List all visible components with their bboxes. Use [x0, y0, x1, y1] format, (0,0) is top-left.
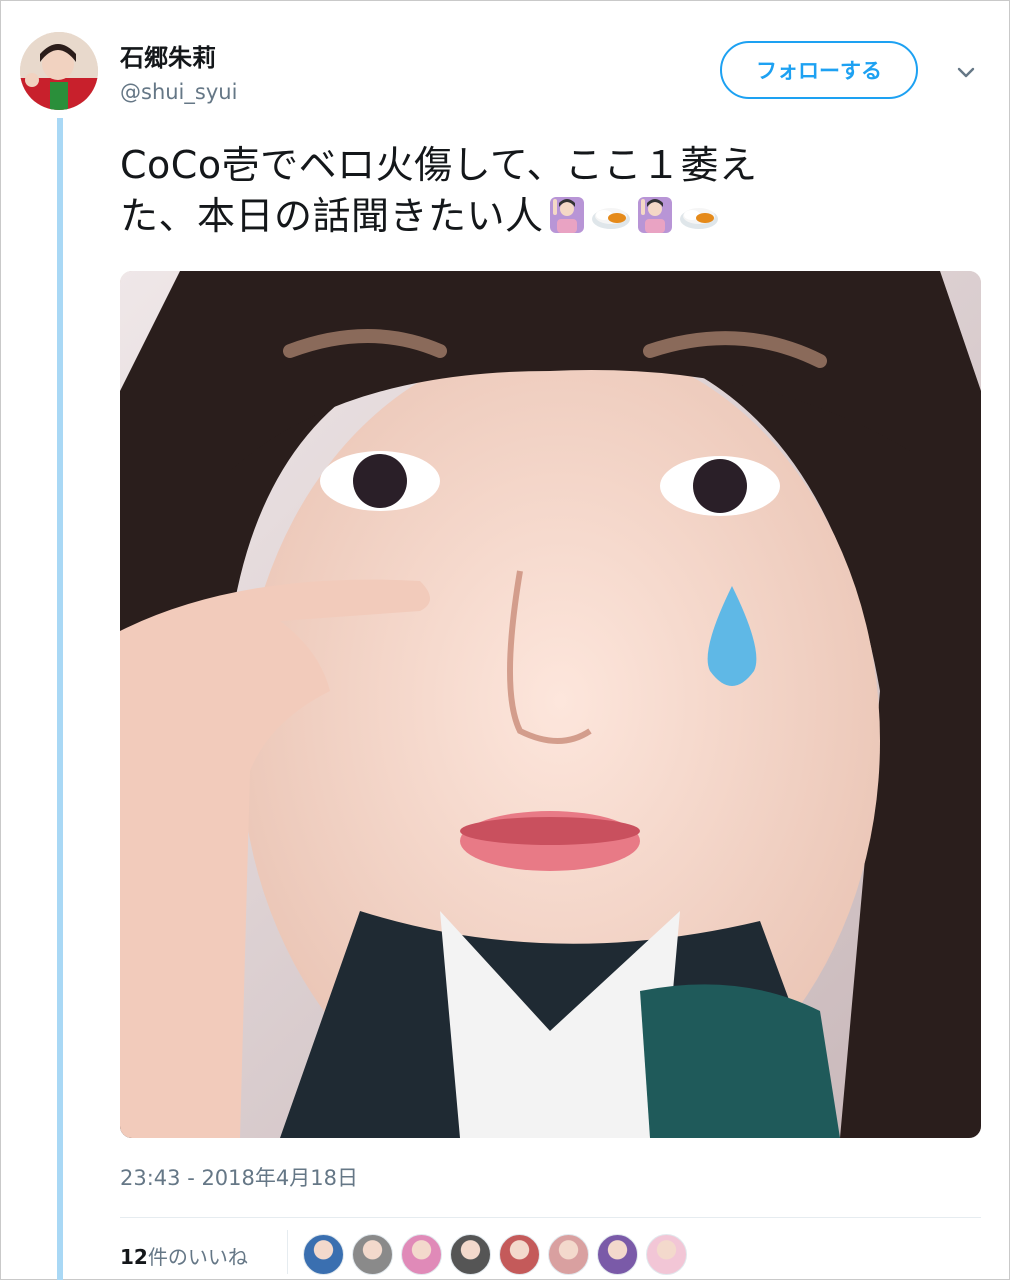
- liker-avatar[interactable]: [597, 1234, 638, 1275]
- tweet-photo[interactable]: [120, 271, 981, 1138]
- timestamp[interactable]: 23:43 - 2018年4月18日: [120, 1162, 358, 1192]
- screen-name[interactable]: @shui_syui: [120, 80, 237, 104]
- tweet-text: CoCo壱でベロ火傷して、ここ１萎え た、本日の話聞きたい人: [120, 140, 920, 242]
- chevron-down-icon[interactable]: [952, 58, 980, 86]
- tweet-text-line-1: CoCo壱でベロ火傷して、ここ１萎え: [120, 143, 758, 187]
- raising-hand-woman-icon: [634, 193, 676, 235]
- likes-count-number: 12: [120, 1245, 148, 1269]
- liker-avatar[interactable]: [303, 1234, 344, 1275]
- likes-separator: [287, 1230, 288, 1274]
- liker-avatar[interactable]: [450, 1234, 491, 1275]
- avatar[interactable]: [20, 32, 98, 110]
- raising-hand-woman-icon: [546, 193, 588, 235]
- thread-line: [57, 118, 63, 1280]
- likers-list: [303, 1234, 687, 1275]
- curry-rice-icon: [590, 193, 632, 235]
- tweet-text-line-2-text: た、本日の話聞きたい人: [120, 194, 544, 238]
- tweet-text-line-2: た、本日の話聞きたい人: [120, 191, 920, 242]
- likes-count-label: 件のいいね: [147, 1245, 248, 1269]
- divider: [120, 1217, 981, 1218]
- liker-avatar[interactable]: [499, 1234, 540, 1275]
- liker-avatar[interactable]: [401, 1234, 442, 1275]
- display-name[interactable]: 石郷朱莉: [120, 38, 216, 73]
- follow-button[interactable]: フォローする: [720, 41, 918, 99]
- likes-count[interactable]: 12件のいいね: [120, 1241, 248, 1270]
- liker-avatar[interactable]: [352, 1234, 393, 1275]
- liker-avatar[interactable]: [646, 1234, 687, 1275]
- liker-avatar[interactable]: [548, 1234, 589, 1275]
- curry-rice-icon: [678, 193, 720, 235]
